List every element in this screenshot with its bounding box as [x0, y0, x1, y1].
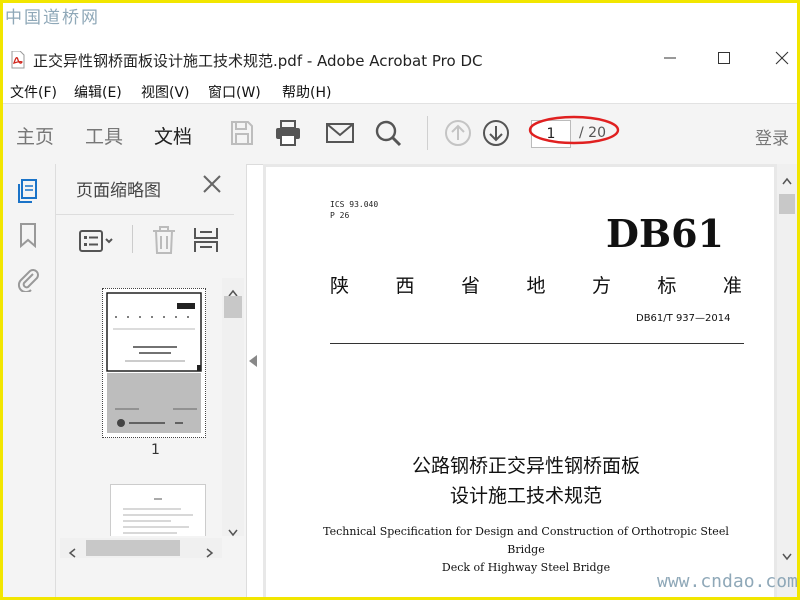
- toolbar: 主页 工具 文档 1 / 20 登录: [3, 103, 797, 165]
- pdf-page: ICS 93.040 P 26 DB61 陕 西 省 地 方 标 准 DB61/…: [266, 167, 774, 597]
- email-icon[interactable]: [325, 118, 355, 148]
- menu-window[interactable]: 窗口(W): [208, 82, 261, 102]
- search-icon[interactable]: [373, 118, 403, 148]
- db-title: DB61: [606, 211, 724, 256]
- page-up-icon[interactable]: [443, 118, 473, 148]
- title-bar: 正交异性钢桥面板设计施工技术规范.pdf - Adobe Acrobat Pro…: [3, 39, 797, 79]
- window-title: 正交异性钢桥面板设计施工技术规范.pdf - Adobe Acrobat Pro…: [33, 52, 483, 70]
- thumbnail-preview: [106, 292, 202, 433]
- title-cn-line-1: 公路钢桥正交异性钢桥面板: [411, 455, 640, 477]
- p-line: P 26: [330, 211, 350, 220]
- ics-line: ICS 93.040: [330, 200, 379, 209]
- extract-pages-icon[interactable]: [192, 225, 220, 255]
- login-button[interactable]: 登录: [755, 124, 789, 149]
- standard-name-char: 准: [722, 275, 742, 297]
- standard-code: DB61/T 937—2014: [636, 313, 731, 324]
- print-icon[interactable]: [273, 118, 303, 148]
- document-title-en: Technical Specification for Design and C…: [306, 523, 746, 577]
- tab-tools[interactable]: 工具: [85, 122, 123, 149]
- thumbnail-preview-2: [123, 498, 193, 534]
- standard-name: 陕 西 省 地 方 标 准: [330, 271, 742, 298]
- watermark-bottom: www.cndao.com: [657, 571, 797, 592]
- standard-name-char: 方: [591, 275, 611, 297]
- standard-name-char: 地: [526, 275, 546, 297]
- doc-scroll-thumb[interactable]: [779, 194, 795, 214]
- document-vertical-scrollbar[interactable]: [777, 164, 797, 597]
- scroll-down-arrow-icon[interactable]: [228, 522, 238, 541]
- standard-name-char: 标: [657, 275, 677, 297]
- title-cn-line-2: 设计施工技术规范: [449, 485, 602, 507]
- panel-close-icon[interactable]: [200, 172, 224, 196]
- left-rail: [3, 164, 56, 597]
- panel-toolbar: [56, 214, 234, 265]
- highlight-ellipse: [528, 115, 620, 145]
- thumbnail-scroll-thumb[interactable]: [224, 296, 242, 318]
- minimize-icon[interactable]: [655, 47, 685, 73]
- thumbnails-list: 1: [56, 264, 226, 536]
- ics-code: ICS 93.040 P 26: [330, 199, 378, 221]
- doc-scroll-down-arrow-icon[interactable]: [782, 546, 792, 565]
- scroll-right-arrow-icon[interactable]: [206, 543, 214, 562]
- maximize-icon[interactable]: [709, 47, 739, 73]
- page-thumbnail-2[interactable]: [110, 484, 206, 536]
- document-view: ICS 93.040 P 26 DB61 陕 西 省 地 方 标 准 DB61/…: [263, 164, 797, 597]
- acrobat-window: 中国道桥网 正交异性钢桥面板设计施工技术规范.pdf - Adobe Acrob…: [3, 3, 797, 597]
- pdf-file-icon: [11, 51, 25, 69]
- save-icon[interactable]: [227, 118, 257, 148]
- page-thumbnails-icon[interactable]: [15, 178, 41, 204]
- tab-home[interactable]: 主页: [16, 122, 54, 149]
- watermark-top: 中国道桥网: [5, 8, 100, 28]
- attachment-icon[interactable]: [15, 266, 41, 292]
- options-menu-icon[interactable]: [78, 229, 116, 253]
- delete-icon[interactable]: [150, 225, 178, 255]
- title-en-line-1: Technical Specification for Design and C…: [323, 525, 729, 556]
- panel-tool-separator: [132, 225, 133, 253]
- page-down-icon[interactable]: [481, 118, 511, 148]
- collapse-panel-icon[interactable]: [249, 355, 257, 367]
- thumbnail-vertical-scrollbar[interactable]: [222, 278, 244, 537]
- standard-name-char: 西: [395, 275, 415, 297]
- thumbnail-horizontal-scrollbar[interactable]: [60, 538, 222, 558]
- document-title-cn: 公路钢桥正交异性钢桥面板 设计施工技术规范: [326, 451, 726, 511]
- menu-file[interactable]: 文件(F): [10, 82, 57, 102]
- thumbnail-page-number: 1: [151, 442, 160, 458]
- panel-title: 页面缩略图: [76, 181, 161, 201]
- thumbnail-panel: 页面缩略图 1: [56, 164, 247, 597]
- tab-document[interactable]: 文档: [154, 122, 192, 149]
- menu-bar: 文件(F) 编辑(E) 视图(V) 窗口(W) 帮助(H): [3, 79, 797, 103]
- scroll-left-arrow-icon[interactable]: [68, 543, 76, 562]
- toolbar-separator: [427, 116, 428, 150]
- menu-view[interactable]: 视图(V): [141, 82, 190, 102]
- doc-scroll-up-arrow-icon[interactable]: [782, 170, 792, 189]
- page-thumbnail-1[interactable]: [102, 288, 206, 438]
- horizontal-scroll-thumb[interactable]: [86, 540, 180, 556]
- bookmark-icon[interactable]: [15, 222, 41, 248]
- close-icon[interactable]: [767, 47, 797, 73]
- menu-edit[interactable]: 编辑(E): [74, 82, 122, 102]
- standard-name-char: 陕: [330, 275, 350, 297]
- standard-name-char: 省: [460, 275, 480, 297]
- menu-help[interactable]: 帮助(H): [282, 82, 331, 102]
- header-rule: [330, 343, 744, 344]
